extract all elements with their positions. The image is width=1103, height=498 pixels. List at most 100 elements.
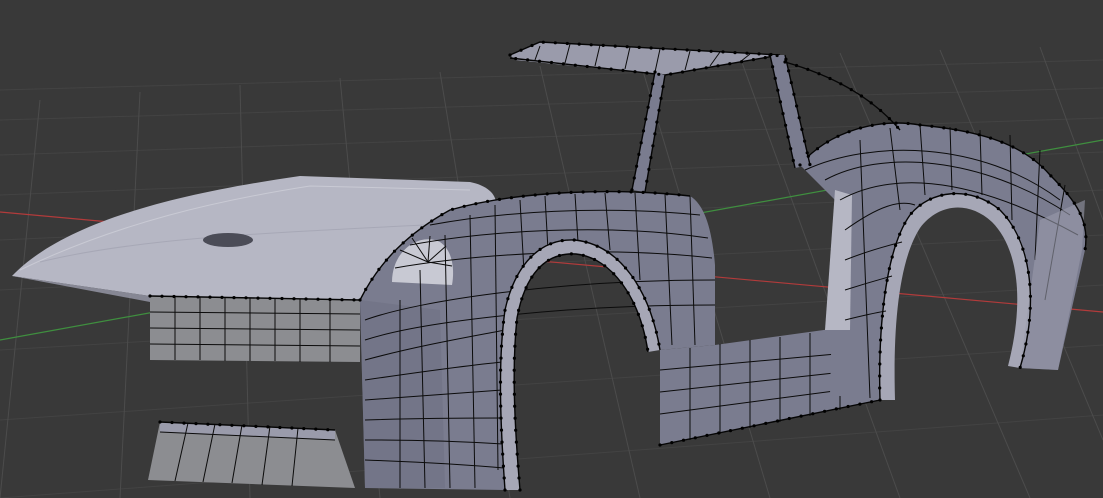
- mesh-vertex: [685, 48, 689, 52]
- mesh-vertex: [1065, 191, 1069, 196]
- mesh-vertex: [825, 140, 830, 144]
- mesh-vertex: [918, 123, 922, 127]
- car-rear-fender-mesh[interactable]: [799, 122, 1087, 401]
- mesh-vertex: [623, 266, 628, 270]
- mesh-vertex: [890, 255, 894, 259]
- mesh-vertex: [879, 326, 884, 330]
- mesh-vertex: [242, 424, 246, 428]
- mesh-vertex: [977, 133, 981, 137]
- mesh-vertex: [206, 422, 210, 426]
- mesh-vertex: [410, 233, 414, 237]
- mesh-vertex: [516, 464, 520, 468]
- mesh-vertex: [420, 226, 424, 230]
- mesh-vertex: [612, 272, 616, 276]
- mesh-vertex: [546, 258, 551, 262]
- mesh-vertex: [637, 45, 641, 50]
- mesh-vertex: [208, 295, 212, 299]
- mesh-vertex: [352, 298, 356, 302]
- mesh-vertex: [768, 53, 772, 57]
- mesh-vertex: [996, 207, 1000, 211]
- mesh-vertex: [499, 416, 503, 420]
- car-front-bumper-mesh[interactable]: [148, 295, 361, 488]
- mesh-vertex: [878, 362, 882, 366]
- mesh-vertex: [783, 60, 787, 64]
- mesh-vertex: [500, 440, 504, 444]
- mesh-vertex: [846, 404, 850, 409]
- mesh-vertex: [1057, 182, 1061, 187]
- mesh-vertex: [989, 136, 993, 140]
- mesh-vertex: [196, 295, 200, 299]
- mesh-vertex: [878, 374, 882, 378]
- mesh-vertex: [503, 308, 507, 312]
- mesh-vertex: [569, 190, 573, 194]
- mesh-vertex: [670, 441, 674, 445]
- mesh-vertex: [964, 192, 968, 196]
- 3d-viewport[interactable]: [0, 0, 1103, 498]
- mesh-vertex: [597, 66, 601, 70]
- viewport-canvas[interactable]: [0, 0, 1103, 498]
- mesh-vertex: [450, 207, 455, 211]
- mesh-vertex: [657, 72, 661, 76]
- mesh-vertex: [593, 190, 597, 194]
- mesh-vertex: [906, 121, 910, 126]
- mesh-vertex: [773, 76, 777, 80]
- mesh-vertex: [560, 239, 564, 243]
- mesh-vertex: [585, 64, 589, 69]
- mesh-vertex: [883, 290, 887, 294]
- mesh-vertex: [728, 429, 733, 433]
- mesh-vertex: [654, 330, 659, 334]
- mesh-vertex: [1026, 330, 1030, 334]
- mesh-vertex: [653, 70, 657, 74]
- mesh-vertex: [771, 65, 775, 69]
- mesh-vertex: [775, 53, 779, 58]
- mesh-vertex: [384, 258, 388, 262]
- mesh-vertex: [880, 314, 885, 318]
- mesh-vertex: [859, 94, 864, 98]
- mesh-vertex: [811, 412, 815, 416]
- mesh-vertex: [651, 144, 655, 148]
- mesh-vertex: [646, 105, 650, 109]
- mesh-vertex: [268, 296, 272, 300]
- mesh-vertex: [510, 285, 514, 289]
- mesh-vertex: [529, 255, 533, 259]
- mesh-vertex: [653, 191, 657, 195]
- mesh-vertex: [533, 193, 537, 197]
- mesh-vertex: [705, 433, 709, 437]
- mesh-vertex: [603, 264, 607, 268]
- mesh-vertex: [499, 428, 504, 432]
- mesh-vertex: [878, 386, 882, 390]
- mesh-vertex: [569, 252, 574, 256]
- mesh-vertex: [697, 49, 701, 53]
- mesh-vertex: [1084, 235, 1088, 239]
- mesh-vertex: [632, 301, 636, 305]
- mesh-vertex: [717, 431, 721, 435]
- mesh-vertex: [882, 122, 886, 126]
- mesh-vertex: [918, 203, 922, 207]
- mesh-vertex: [1024, 259, 1028, 263]
- mesh-vertex: [515, 452, 519, 456]
- mesh-vertex: [645, 179, 649, 183]
- mesh-vertex: [752, 424, 756, 428]
- mesh-vertex: [798, 163, 802, 167]
- mesh-vertex: [965, 130, 970, 134]
- mesh-vertex: [836, 134, 840, 138]
- mesh-vertex: [512, 380, 516, 384]
- mesh-vertex: [740, 426, 744, 430]
- mesh-vertex: [160, 294, 164, 298]
- mesh-vertex: [795, 104, 799, 108]
- mesh-vertex: [631, 275, 635, 280]
- mesh-vertex: [806, 67, 810, 71]
- mesh-vertex: [1011, 145, 1015, 149]
- mesh-vertex: [370, 277, 374, 281]
- mesh-vertex: [878, 398, 882, 402]
- mesh-vertex: [636, 312, 641, 316]
- mesh-vertex: [537, 59, 542, 63]
- mesh-vertex: [328, 297, 332, 301]
- mesh-vertex: [1021, 354, 1025, 358]
- mesh-vertex: [649, 46, 653, 50]
- mesh-vertex: [870, 400, 874, 404]
- mesh-vertex: [557, 253, 562, 258]
- mesh-vertex: [805, 151, 809, 155]
- mesh-vertex: [557, 191, 561, 195]
- mesh-vertex: [244, 296, 248, 300]
